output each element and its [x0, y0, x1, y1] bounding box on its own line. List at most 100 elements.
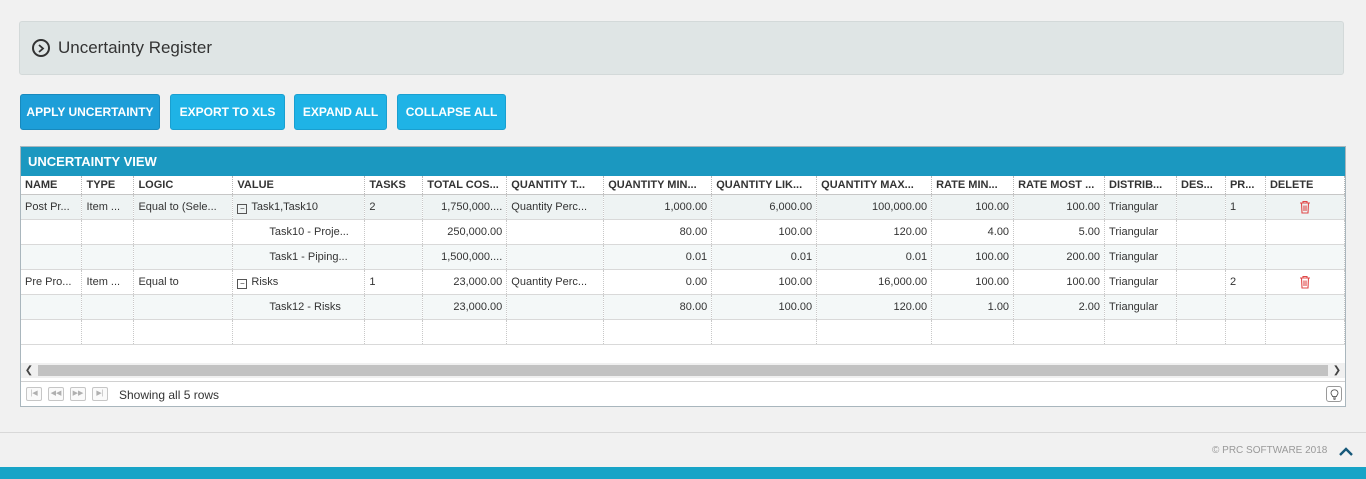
cell-rate-most[interactable]: 100.00 [1013, 269, 1106, 295]
cell-rate-most[interactable]: 200.00 [1013, 244, 1106, 270]
cell-type[interactable]: Item ... [81, 269, 135, 295]
scroll-to-top-icon[interactable] [1338, 444, 1354, 458]
table-row[interactable]: Task1 - Piping... 1,500,000.... 0.01 0.0… [21, 244, 1346, 270]
column-header-type[interactable]: TYPE [81, 176, 135, 195]
column-header-total-cost[interactable]: TOTAL COS... [422, 176, 508, 195]
cell-priority[interactable]: 1 [1225, 194, 1266, 220]
column-header-quantity-type[interactable]: QUANTITY T... [506, 176, 605, 195]
cell-name[interactable] [21, 219, 83, 245]
cell-quantity-likely[interactable]: 100.00 [711, 269, 818, 295]
cell-quantity-type[interactable] [506, 294, 605, 320]
cell-tasks[interactable] [364, 219, 424, 245]
scroll-right-icon[interactable]: ❯ [1329, 363, 1345, 378]
cell-priority[interactable] [1225, 244, 1266, 270]
cell-priority[interactable] [1225, 294, 1266, 320]
cell-quantity-max[interactable]: 120.00 [816, 294, 933, 320]
cell-value[interactable]: Task1 - Piping... [232, 244, 366, 270]
cell-quantity-min[interactable]: 80.00 [603, 294, 713, 320]
cell-name[interactable]: Pre Pro... [21, 269, 83, 295]
cell-rate-most[interactable]: 2.00 [1013, 294, 1106, 320]
cell-quantity-max[interactable]: 120.00 [816, 219, 933, 245]
cell-description[interactable] [1176, 194, 1226, 220]
cell-quantity-likely[interactable]: 100.00 [711, 294, 818, 320]
apply-uncertainty-button[interactable]: APPLY UNCERTAINTY [20, 94, 160, 130]
table-row[interactable]: Pre Pro... Item ... Equal to − Risks 1 23… [21, 269, 1346, 295]
cell-quantity-type[interactable] [506, 244, 605, 270]
cell-quantity-min[interactable]: 0.01 [603, 244, 713, 270]
cell-type[interactable]: Item ... [81, 194, 135, 220]
cell-quantity-likely[interactable]: 6,000.00 [711, 194, 818, 220]
cell-total-cost[interactable]: 250,000.00 [422, 219, 508, 245]
cell-rate-most[interactable]: 100.00 [1013, 194, 1106, 220]
collapse-icon[interactable]: − [237, 203, 248, 214]
cell-quantity-min[interactable]: 80.00 [603, 219, 713, 245]
cell-rate-min[interactable]: 100.00 [931, 269, 1015, 295]
cell-rate-min[interactable]: 100.00 [931, 244, 1015, 270]
cell-total-cost[interactable]: 1,750,000.... [422, 194, 508, 220]
table-row-empty[interactable] [21, 319, 1346, 345]
cell-name[interactable]: Post Pr... [21, 194, 83, 220]
cell-tasks[interactable]: 1 [364, 269, 424, 295]
cell-priority[interactable] [1225, 219, 1266, 245]
cell-type[interactable] [81, 244, 135, 270]
cell-description[interactable] [1176, 244, 1226, 270]
table-row[interactable]: Post Pr... Item ... Equal to (Sele... − T… [21, 194, 1346, 220]
cell-logic[interactable] [133, 244, 234, 270]
cell-logic[interactable]: Equal to (Sele... [133, 194, 234, 220]
column-header-tasks[interactable]: TASKS [364, 176, 424, 195]
cell-total-cost[interactable]: 1,500,000.... [422, 244, 508, 270]
last-page-icon[interactable]: ▶| [92, 387, 108, 401]
cell-rate-most[interactable]: 5.00 [1013, 219, 1106, 245]
cell-quantity-type[interactable]: Quantity Perc... [506, 194, 605, 220]
cell-tasks[interactable] [364, 294, 424, 320]
cell-quantity-min[interactable]: 1,000.00 [603, 194, 713, 220]
column-header-rate-min[interactable]: RATE MIN... [931, 176, 1015, 195]
cell-name[interactable] [21, 294, 83, 320]
cell-type[interactable] [81, 294, 135, 320]
cell-description[interactable] [1176, 269, 1226, 295]
column-header-quantity-likely[interactable]: QUANTITY LIK... [711, 176, 818, 195]
cell-total-cost[interactable]: 23,000.00 [422, 269, 508, 295]
lightbulb-icon[interactable] [1326, 386, 1342, 402]
first-page-icon[interactable]: |◀ [26, 387, 42, 401]
column-header-delete[interactable]: DELETE [1265, 176, 1346, 195]
cell-quantity-max[interactable]: 100,000.00 [816, 194, 933, 220]
cell-distribution[interactable]: Triangular [1104, 194, 1177, 220]
scroll-left-icon[interactable]: ❮ [21, 363, 37, 378]
cell-type[interactable] [81, 219, 135, 245]
table-row[interactable]: Task10 - Proje... 250,000.00 80.00 100.0… [21, 219, 1346, 245]
cell-distribution[interactable]: Triangular [1104, 244, 1177, 270]
collapse-icon[interactable]: − [237, 278, 248, 289]
column-header-quantity-max[interactable]: QUANTITY MAX... [816, 176, 933, 195]
cell-logic[interactable]: Equal to [133, 269, 234, 295]
cell-quantity-type[interactable] [506, 219, 605, 245]
cell-quantity-max[interactable]: 16,000.00 [816, 269, 933, 295]
chevron-right-circle-icon[interactable] [32, 39, 50, 57]
export-to-xls-button[interactable]: EXPORT TO XLS [170, 94, 285, 130]
cell-rate-min[interactable]: 1.00 [931, 294, 1015, 320]
cell-name[interactable] [21, 244, 83, 270]
cell-value[interactable]: Task10 - Proje... [232, 219, 366, 245]
horizontal-scrollbar[interactable]: ❮ ❯ [21, 363, 1345, 378]
cell-total-cost[interactable]: 23,000.00 [422, 294, 508, 320]
cell-tasks[interactable] [364, 244, 424, 270]
column-header-name[interactable]: NAME [21, 176, 83, 195]
next-page-icon[interactable]: ▶▶ [70, 387, 86, 401]
column-header-rate-most[interactable]: RATE MOST ... [1013, 176, 1106, 195]
trash-icon[interactable] [1299, 200, 1311, 214]
cell-rate-min[interactable]: 4.00 [931, 219, 1015, 245]
cell-quantity-likely[interactable]: 0.01 [711, 244, 818, 270]
cell-logic[interactable] [133, 294, 234, 320]
cell-logic[interactable] [133, 219, 234, 245]
cell-distribution[interactable]: Triangular [1104, 269, 1177, 295]
prev-page-icon[interactable]: ◀◀ [48, 387, 64, 401]
table-row[interactable]: Task12 - Risks 23,000.00 80.00 100.00 12… [21, 294, 1346, 320]
cell-quantity-type[interactable]: Quantity Perc... [506, 269, 605, 295]
cell-quantity-max[interactable]: 0.01 [816, 244, 933, 270]
cell-quantity-likely[interactable]: 100.00 [711, 219, 818, 245]
cell-value[interactable]: − Task1,Task10 [232, 194, 366, 220]
column-header-value[interactable]: VALUE [232, 176, 366, 195]
collapse-all-button[interactable]: COLLAPSE ALL [397, 94, 506, 130]
cell-distribution[interactable]: Triangular [1104, 219, 1177, 245]
column-header-logic[interactable]: LOGIC [133, 176, 234, 195]
